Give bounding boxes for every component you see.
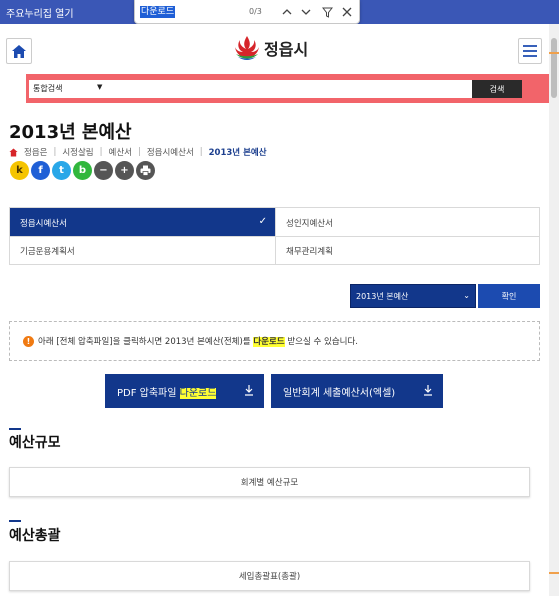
find-match-marker bbox=[549, 52, 559, 54]
find-match-marker bbox=[549, 572, 559, 574]
search-button[interactable]: 검색 bbox=[472, 80, 522, 98]
breadcrumb-separator: | bbox=[199, 147, 203, 157]
kakao-share-button[interactable]: k bbox=[10, 161, 29, 180]
print-button[interactable] bbox=[136, 161, 155, 180]
notice-highlight: 다운로드 bbox=[253, 337, 285, 347]
pdf-download-prefix: PDF 압축파일 bbox=[117, 387, 180, 399]
tab-label: 기금운용계획서 bbox=[20, 247, 75, 257]
find-filter-button[interactable] bbox=[319, 4, 335, 20]
breadcrumb-item[interactable]: 정읍시예산서 bbox=[147, 146, 194, 158]
breadcrumb-separator: | bbox=[53, 147, 57, 157]
city-emblem-icon bbox=[235, 36, 259, 60]
twitter-share-button[interactable]: t bbox=[52, 161, 71, 180]
scrollbar-thumb[interactable] bbox=[551, 38, 557, 98]
print-icon bbox=[140, 165, 151, 176]
filter-icon bbox=[321, 7, 333, 18]
find-next-button[interactable] bbox=[298, 4, 314, 20]
search-band: 통합검색 ▼ 검색 bbox=[26, 74, 549, 103]
pdf-download-label: PDF 압축파일 다운로드 bbox=[117, 384, 217, 399]
check-icon: ✓ bbox=[258, 216, 267, 227]
notice-text-after: 받으실 수 있습니다. bbox=[284, 337, 358, 347]
breadcrumb: 정읍은 | 시정살림 | 예산서 | 정읍시예산서 | 2013년 본예산 bbox=[9, 146, 267, 158]
breadcrumb-separator: | bbox=[137, 147, 141, 157]
tab-debt-plan[interactable]: 채무관리계획 bbox=[275, 236, 540, 265]
tab-jeongeup-budget[interactable]: 정읍시예산서 ✓ bbox=[10, 208, 275, 237]
home-icon bbox=[9, 147, 18, 157]
skip-link[interactable]: 주요누리집 열기 bbox=[6, 5, 74, 20]
site-logo[interactable]: 정읍시 bbox=[234, 33, 308, 63]
chevron-down-icon: ⌄ bbox=[463, 291, 470, 300]
page-scrollbar[interactable] bbox=[549, 24, 559, 596]
home-button[interactable] bbox=[6, 38, 32, 64]
close-icon bbox=[342, 7, 352, 17]
band-share-button[interactable]: b bbox=[73, 161, 92, 180]
breadcrumb-item[interactable]: 시정살림 bbox=[62, 146, 93, 158]
confirm-button[interactable]: 확인 bbox=[478, 284, 540, 308]
search-scope-select[interactable]: 통합검색 bbox=[33, 83, 62, 94]
download-icon bbox=[424, 385, 432, 396]
zoom-in-button[interactable]: + bbox=[115, 161, 134, 180]
year-select[interactable]: 2013년 본예산 ⌄ bbox=[350, 284, 476, 308]
revenue-summary-item[interactable]: 세입총괄표(총괄) bbox=[9, 561, 530, 591]
find-close-button[interactable] bbox=[339, 4, 355, 20]
find-input[interactable]: 다운로드 bbox=[140, 6, 176, 18]
find-match-count: 0/3 bbox=[249, 7, 262, 16]
tab-gender-budget[interactable]: 성인지예산서 bbox=[275, 208, 540, 237]
breadcrumb-current: 2013년 본예산 bbox=[208, 148, 267, 158]
search-input[interactable]: 통합검색 ▼ bbox=[29, 80, 475, 98]
tab-label: 성인지예산서 bbox=[286, 218, 333, 229]
logo-text: 정읍시 bbox=[264, 40, 309, 59]
download-notice: ! 아래 [전체 압축파일]을 클릭하시면 2013년 본예산(전체)를 다운로… bbox=[9, 321, 540, 361]
find-bar: 다운로드 0/3 bbox=[134, 0, 360, 24]
home-icon bbox=[12, 44, 26, 58]
tab-label: 채무관리계획 bbox=[286, 247, 333, 257]
chevron-up-icon bbox=[282, 9, 292, 15]
hamburger-icon bbox=[523, 45, 537, 57]
chevron-down-icon: ▼ bbox=[97, 83, 103, 91]
breadcrumb-item[interactable]: 예산서 bbox=[109, 146, 132, 158]
find-previous-button[interactable] bbox=[279, 4, 295, 20]
budget-tabs: 정읍시예산서 ✓ 성인지예산서 기금운용계획서 채무관리계획 bbox=[9, 207, 540, 265]
chevron-down-icon bbox=[301, 9, 311, 15]
year-select-value: 2013년 본예산 bbox=[356, 291, 409, 301]
breadcrumb-separator: | bbox=[99, 147, 103, 157]
section-title-overview: 예산총괄 bbox=[9, 528, 61, 544]
download-icon bbox=[245, 385, 253, 396]
pdf-download-highlight: 다운로드 bbox=[179, 387, 217, 399]
pdf-download-button[interactable]: PDF 압축파일 다운로드 bbox=[105, 374, 264, 408]
menu-button[interactable] bbox=[518, 38, 542, 64]
share-toolbar: k f t b − + bbox=[10, 161, 155, 180]
notice-text-before: 아래 [전체 압축파일]을 클릭하시면 2013년 본예산(전체)를 bbox=[38, 337, 254, 347]
zoom-out-button[interactable]: − bbox=[94, 161, 113, 180]
excel-download-label: 일반회계 세출예산서(엑셀) bbox=[283, 387, 396, 399]
section-accent-bar bbox=[9, 520, 21, 522]
excel-download-button[interactable]: 일반회계 세출예산서(엑셀) bbox=[271, 374, 443, 408]
tab-label: 정읍시예산서 bbox=[20, 218, 67, 229]
facebook-share-button[interactable]: f bbox=[31, 161, 50, 180]
tab-fund-plan[interactable]: 기금운용계획서 bbox=[10, 236, 275, 265]
alert-icon: ! bbox=[23, 336, 34, 347]
notice-text: 아래 [전체 압축파일]을 클릭하시면 2013년 본예산(전체)를 다운로드 … bbox=[38, 335, 358, 347]
page-title: 2013년 본예산 bbox=[9, 122, 132, 143]
section-title-scale: 예산규모 bbox=[9, 435, 61, 451]
budget-scale-item[interactable]: 회계별 예산규모 bbox=[9, 467, 530, 497]
breadcrumb-item[interactable]: 정읍은 bbox=[24, 146, 47, 158]
site-header: 정읍시 bbox=[0, 24, 548, 74]
section-accent-bar bbox=[9, 428, 21, 430]
